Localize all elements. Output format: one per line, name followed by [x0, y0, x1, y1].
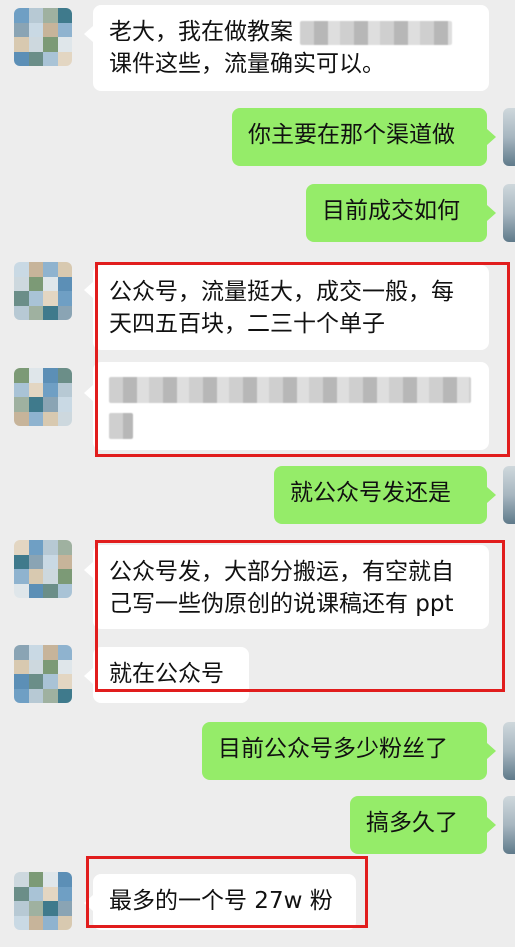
- message-bubble-outgoing[interactable]: 搞多久了: [350, 796, 487, 854]
- message-text: 目前公众号多少粉丝了: [218, 736, 448, 762]
- my-avatar[interactable]: [503, 184, 515, 242]
- bubble-tail: [84, 26, 93, 42]
- bubble-tail: [84, 668, 93, 684]
- bubble-tail: [487, 487, 496, 503]
- my-avatar[interactable]: [503, 108, 515, 166]
- bubble-tail: [84, 562, 93, 578]
- contact-avatar[interactable]: [14, 540, 72, 598]
- my-avatar[interactable]: [503, 722, 515, 780]
- my-avatar[interactable]: [503, 796, 515, 854]
- message-bubble-incoming[interactable]: 老大，我在做教案 课件这些，流量确实可以。: [93, 5, 489, 91]
- contact-avatar[interactable]: [14, 872, 72, 930]
- message-text: 课件这些，流量确实可以。: [109, 51, 385, 77]
- message-text: 目前成交如何: [322, 198, 460, 224]
- bubble-tail: [487, 129, 496, 145]
- message-text: 你主要在那个渠道做: [248, 122, 455, 148]
- my-avatar[interactable]: [503, 466, 515, 524]
- message-bubble-outgoing[interactable]: 你主要在那个渠道做: [232, 108, 487, 166]
- message-bubble-outgoing[interactable]: 就公众号发还是: [274, 466, 487, 524]
- contact-avatar[interactable]: [14, 645, 72, 703]
- bubble-tail: [487, 743, 496, 759]
- bubble-tail: [84, 282, 93, 298]
- bubble-tail: [487, 817, 496, 833]
- contact-avatar[interactable]: [14, 8, 72, 66]
- message-text: 搞多久了: [366, 810, 458, 836]
- contact-avatar[interactable]: [14, 368, 72, 426]
- bubble-tail: [487, 205, 496, 221]
- bubble-tail: [84, 385, 93, 401]
- highlight-box: [86, 856, 368, 928]
- highlight-box: [95, 262, 510, 457]
- message-bubble-outgoing[interactable]: 目前公众号多少粉丝了: [202, 722, 487, 780]
- contact-avatar[interactable]: [14, 262, 72, 320]
- message-text: 老大，我在做教案: [109, 19, 293, 45]
- redacted-text: [300, 20, 453, 45]
- highlight-box: [95, 540, 505, 692]
- message-text: 就公众号发还是: [290, 480, 451, 506]
- message-bubble-outgoing[interactable]: 目前成交如何: [306, 184, 487, 242]
